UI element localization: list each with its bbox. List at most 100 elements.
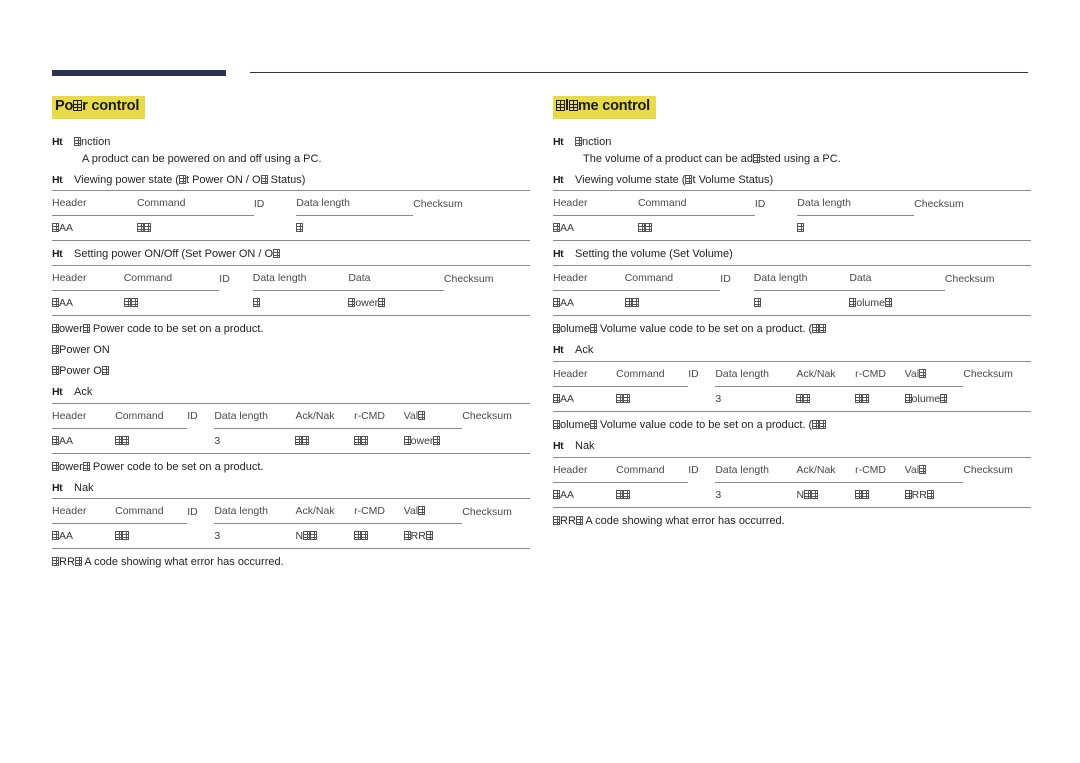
table-cell xyxy=(616,386,689,412)
table-cell: AA xyxy=(52,290,124,316)
table-row: AA 3 ower xyxy=(52,427,530,454)
table-cell xyxy=(963,482,1031,507)
table-cell xyxy=(413,216,530,241)
column-header: r-CMD xyxy=(855,368,886,380)
note-text: ower Power code to be set on a product. xyxy=(52,460,530,475)
column-volume-control: l me control Ht nction The volume of a produ… xyxy=(553,96,1031,534)
bullet-marker-icon: Ht xyxy=(553,173,564,186)
missing-glyph-icon xyxy=(295,435,303,445)
missing-glyph-icon xyxy=(553,223,560,233)
missing-glyph-icon xyxy=(819,420,827,429)
table-row: AA 3 olume xyxy=(553,386,1031,412)
bullet-item: Ht nction xyxy=(553,135,1031,150)
missing-glyph-icon xyxy=(101,366,109,375)
column-header: r-CMD xyxy=(354,409,385,422)
column-header: Data length xyxy=(797,197,852,210)
table-cell xyxy=(136,215,254,241)
missing-glyph-icon xyxy=(624,298,632,308)
section-heading-power-control: Po r control xyxy=(52,96,146,119)
missing-glyph-icon xyxy=(418,506,426,516)
note-text: olume Volume value code to be set on a p… xyxy=(553,322,1031,337)
column-header: Checksum xyxy=(963,463,1013,476)
missing-glyph-icon xyxy=(553,324,560,334)
table-cell xyxy=(855,481,905,508)
protocol-table-power-nak: Header Command ID Data length Ack/Nak r-CMD Va… xyxy=(52,498,530,550)
missing-glyph-icon xyxy=(940,394,948,403)
column-header: ID xyxy=(720,272,731,285)
missing-glyph-icon xyxy=(644,223,652,233)
column-header: Val xyxy=(404,403,463,428)
header-rule-thick xyxy=(52,70,226,76)
table-cell xyxy=(219,291,252,316)
column-header: Header xyxy=(553,463,588,476)
column-header: Command xyxy=(616,463,665,476)
table-row: AA xyxy=(553,215,1031,241)
missing-glyph-icon xyxy=(143,223,151,233)
bullet-label: Setting the volume (Set Volume) xyxy=(575,248,733,261)
protocol-table-get-power-status: Header Command ID Data length Checksum AA xyxy=(52,190,530,242)
missing-glyph-icon xyxy=(575,136,582,146)
column-header: Val xyxy=(905,457,964,482)
missing-glyph-icon xyxy=(804,489,812,499)
table-cell: ower xyxy=(348,290,444,316)
missing-glyph-icon xyxy=(623,489,631,499)
missing-glyph-icon xyxy=(354,531,362,541)
missing-glyph-icon xyxy=(904,394,912,403)
column-header: Header xyxy=(52,409,87,422)
table-cell xyxy=(963,387,1031,412)
missing-glyph-icon xyxy=(115,531,123,541)
table-cell xyxy=(354,523,404,549)
column-header: ID xyxy=(754,197,766,210)
missing-glyph-icon xyxy=(556,100,565,111)
column-header: Command xyxy=(123,272,173,285)
protocol-table-get-volume-status: Header Command ID Data length Checksum AA xyxy=(553,190,1031,242)
column-header: Checksum xyxy=(413,197,463,210)
column-header: Command xyxy=(616,368,665,380)
missing-glyph-icon xyxy=(82,461,90,471)
table-header-row: Header Command ID Data length Ack/Nak r-CMD Va… xyxy=(553,457,1031,482)
missing-glyph-icon xyxy=(926,489,934,499)
bullet-label: Viewing power state (t Power ON / O Stat… xyxy=(74,173,306,186)
bullet-label: Viewing volume state (t Volume Status) xyxy=(575,173,774,186)
note-text: RR A code showing what error has occurre… xyxy=(52,555,530,570)
column-header: r-CMD xyxy=(855,463,886,476)
bullet-label: Nak xyxy=(575,439,595,452)
column-header: Checksum xyxy=(944,272,995,285)
column-header: Header xyxy=(52,197,87,210)
bullet-label: Nak xyxy=(74,481,94,494)
table-cell xyxy=(945,291,1031,316)
table-cell xyxy=(797,215,915,241)
missing-glyph-icon xyxy=(589,324,597,334)
protocol-table-volume-ack: Header Command ID Data length Ack/Nak r-CMD Va… xyxy=(553,361,1031,412)
missing-glyph-icon xyxy=(631,298,639,308)
missing-glyph-icon xyxy=(136,223,144,233)
missing-glyph-icon xyxy=(862,394,870,403)
bullet-marker-icon: Ht xyxy=(553,439,564,452)
missing-glyph-icon xyxy=(685,174,693,184)
bullet-item: Ht Viewing volume state (t Volume Status) xyxy=(553,173,1031,188)
description-text: A product can be powered on and off usin… xyxy=(82,152,322,165)
protocol-table-set-volume: Header Command ID Data length Data Checksum AA… xyxy=(553,265,1031,317)
column-header: ID xyxy=(688,463,699,476)
table-cell xyxy=(688,387,715,412)
missing-glyph-icon xyxy=(803,394,811,403)
header-rule-thin xyxy=(250,72,1028,73)
missing-glyph-icon xyxy=(575,515,583,525)
page-header-rule xyxy=(52,68,1028,78)
table-cell: 3 xyxy=(214,427,296,454)
missing-glyph-icon xyxy=(589,420,597,429)
table-row: AA ower xyxy=(52,290,530,316)
bullet-item: Ht nction xyxy=(52,135,530,150)
missing-glyph-icon xyxy=(378,298,386,308)
column-header: Data length xyxy=(252,272,307,285)
table-cell xyxy=(637,215,755,241)
table-cell: RR xyxy=(403,523,463,549)
bullet-marker-icon: Ht xyxy=(52,248,63,261)
bullet-item: Ht Setting the volume (Set Volume) xyxy=(553,247,1031,262)
column-header: Checksum xyxy=(462,505,512,518)
note-text: ower Power code to be set on a product. xyxy=(52,322,530,337)
missing-glyph-icon xyxy=(74,136,81,146)
column-header: Ack/Nak xyxy=(295,409,335,422)
missing-glyph-icon xyxy=(361,531,369,541)
missing-glyph-icon xyxy=(849,298,857,308)
